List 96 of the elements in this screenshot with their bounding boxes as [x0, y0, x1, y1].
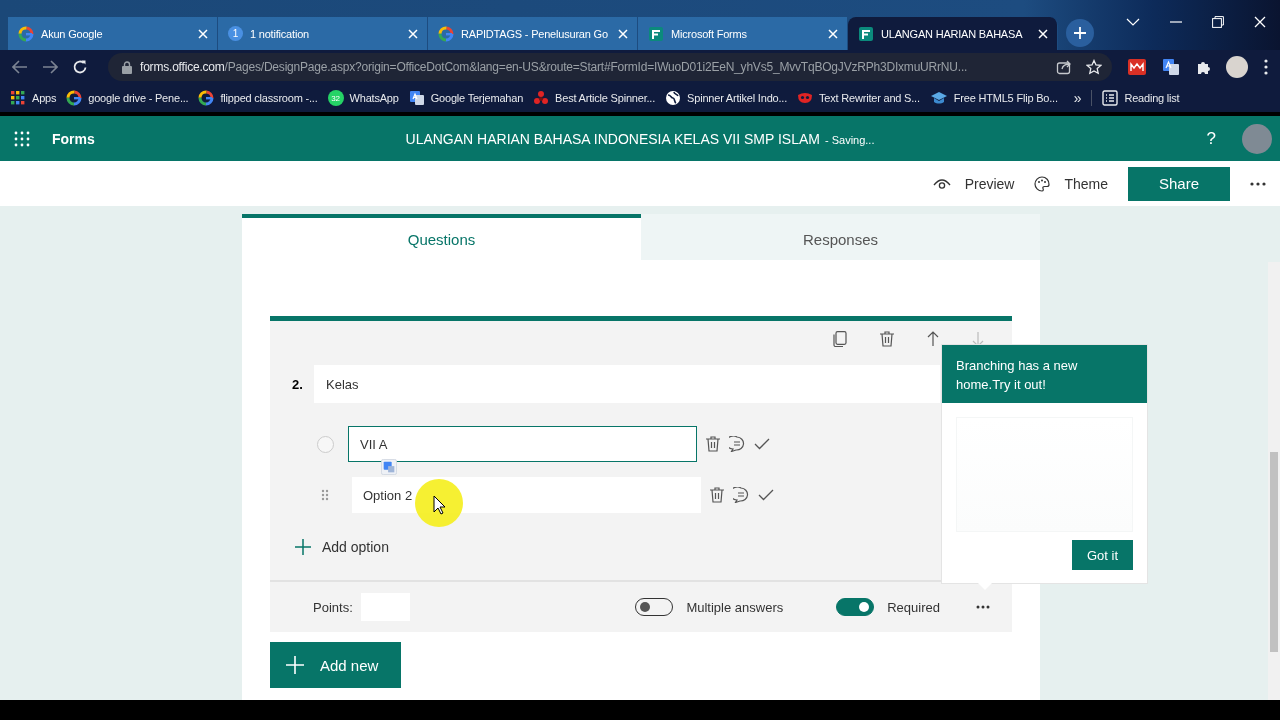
bookmark-link[interactable]: flipped classroom -...	[220, 92, 318, 104]
comment-icon[interactable]	[729, 436, 745, 452]
points-label: Points:	[313, 599, 353, 615]
drag-handle-icon[interactable]	[321, 489, 329, 501]
tab-title: 1 notification	[250, 27, 310, 40]
more-options-icon[interactable]	[976, 605, 990, 609]
cursor-highlight-icon	[414, 478, 464, 528]
checkmark-icon[interactable]	[754, 438, 770, 450]
up-arrow-icon[interactable]	[927, 331, 939, 347]
forms-icon	[858, 25, 874, 42]
bookmark-link[interactable]: Google Terjemahan	[430, 92, 524, 104]
help-button[interactable]: ?	[1206, 128, 1216, 149]
got-it-button[interactable]: Got it	[1072, 540, 1133, 570]
translate-icon	[381, 459, 397, 475]
tab-title: Akun Google	[41, 27, 104, 40]
translate-icon	[408, 90, 425, 106]
radio-button[interactable]	[317, 435, 334, 453]
bookmark-link[interactable]: Apps	[32, 92, 57, 104]
menu-dots-icon[interactable]	[1264, 59, 1268, 75]
google-icon	[18, 25, 34, 42]
browser-tab[interactable]: Microsoft Forms	[638, 17, 848, 50]
bookmark-link[interactable]: Text Rewriter and S...	[819, 92, 920, 104]
star-icon[interactable]	[1086, 59, 1102, 75]
eye-icon	[932, 177, 951, 190]
tab-title: Microsoft Forms	[671, 27, 748, 40]
address-bar[interactable]: forms.office.com/Pages/DesignPage.aspx?origin=OfficeDotCom&lang=en-US&route=Start#FormId=IWuoD01i2EeN_yhVs5_MvvTqBOgJVzRPh3DIxmuURrNU...	[108, 53, 1112, 81]
trash-icon[interactable]	[706, 436, 720, 452]
browser-tab[interactable]: 1 1 notification	[218, 17, 428, 50]
spinner-icon	[533, 90, 550, 106]
profile-avatar[interactable]	[1226, 56, 1248, 78]
command-button[interactable]: Theme	[1024, 166, 1118, 201]
checkmark-icon[interactable]	[758, 489, 774, 501]
forms-icon	[648, 25, 664, 42]
command-button[interactable]: Preview	[922, 166, 1025, 201]
extension-icon[interactable]	[1128, 59, 1146, 75]
share-button[interactable]: Share	[1128, 166, 1230, 201]
mask-icon	[797, 90, 814, 106]
bookmark-link[interactable]: Free HTML5 Flip Bo...	[953, 92, 1058, 104]
copy-icon[interactable]	[833, 331, 847, 347]
app-name[interactable]: Forms	[52, 130, 95, 147]
tab-title: ULANGAN HARIAN BAHASA	[881, 27, 1024, 40]
save-status: - Saving...	[824, 133, 875, 146]
browser-tab[interactable]: Akun Google	[8, 17, 218, 50]
add-new-button[interactable]: Add new	[270, 642, 401, 688]
option-field[interactable]: VII A	[348, 426, 697, 462]
puzzle-icon[interactable]	[1196, 59, 1212, 75]
bookmark-link[interactable]: Best Article Spinner...	[555, 92, 656, 104]
google-icon	[66, 90, 83, 106]
form-title: ULANGAN HARIAN BAHASA INDONESIA KELAS VII SMP ISLAM	[405, 130, 820, 147]
tab-title: RAPIDTAGS - Penelusuran Go	[461, 27, 609, 40]
app-launcher-icon[interactable]	[14, 130, 30, 147]
toggle-label: Multiple answers	[686, 599, 784, 615]
reading-list-icon	[1102, 90, 1119, 106]
chevron-down-icon[interactable]	[1126, 16, 1140, 27]
close-icon[interactable]	[1254, 15, 1266, 28]
whatsapp-badge: 32	[327, 90, 344, 106]
bookmark-link[interactable]: WhatsApp	[349, 92, 399, 104]
toggle-switch[interactable]	[836, 598, 875, 616]
google-icon	[438, 25, 454, 42]
reload-icon[interactable]	[72, 59, 88, 75]
browser-tab[interactable]: RAPIDTAGS - Penelusuran Go	[428, 17, 638, 50]
graduation-cap-icon	[929, 90, 948, 106]
toggle-label: Required	[887, 599, 940, 615]
question-number: 2.	[292, 376, 304, 392]
add-option-button[interactable]: Add option	[295, 529, 389, 565]
url-text: forms.office.com/Pages/DesignPage.aspx?origin=OfficeDotCom&lang=en-US&route=Start#FormId=IWuoD01i2EeN_yhVs5_MvvTqBOgJVzRPh3DIxmuURrNU...	[140, 60, 969, 74]
bookmark-link[interactable]: google drive - Pene...	[88, 92, 189, 104]
bookmark-link[interactable]: Spinner Artikel Indo...	[687, 92, 788, 104]
scroll-thumb[interactable]	[1270, 452, 1278, 652]
translate-icon[interactable]	[1162, 58, 1180, 76]
apps-grid-icon	[10, 90, 26, 106]
browser-tab[interactable]: ULANGAN HARIAN BAHASA	[848, 17, 1058, 50]
google-icon	[198, 90, 215, 106]
reading-list-link[interactable]: Reading list	[1124, 92, 1180, 104]
forward-arrow-icon[interactable]	[42, 60, 58, 74]
new-tab-icon[interactable]	[1066, 19, 1094, 47]
globe-icon	[665, 90, 682, 106]
view-tab[interactable]: Responses	[641, 214, 1040, 260]
comment-icon[interactable]	[733, 487, 749, 503]
count-badge: 1	[228, 26, 243, 41]
more-options-icon[interactable]	[1250, 181, 1266, 186]
scrollbar[interactable]	[1268, 262, 1280, 700]
question-title-field[interactable]: Kelas	[314, 365, 940, 403]
lock-icon	[122, 60, 132, 74]
trash-icon[interactable]	[710, 487, 724, 503]
restore-icon[interactable]	[1212, 15, 1224, 28]
share-icon[interactable]	[1056, 59, 1072, 75]
close-icon[interactable]	[1037, 27, 1049, 40]
plus-icon	[295, 539, 311, 555]
palette-icon	[1034, 175, 1051, 192]
callout-message: Branching has a new home.Try it out!	[942, 345, 1147, 403]
trash-icon[interactable]	[880, 331, 894, 347]
plus-icon	[286, 656, 304, 674]
down-arrow-icon[interactable]	[972, 331, 984, 347]
back-arrow-icon[interactable]	[12, 60, 28, 74]
more-bookmarks[interactable]: »	[1073, 90, 1082, 106]
